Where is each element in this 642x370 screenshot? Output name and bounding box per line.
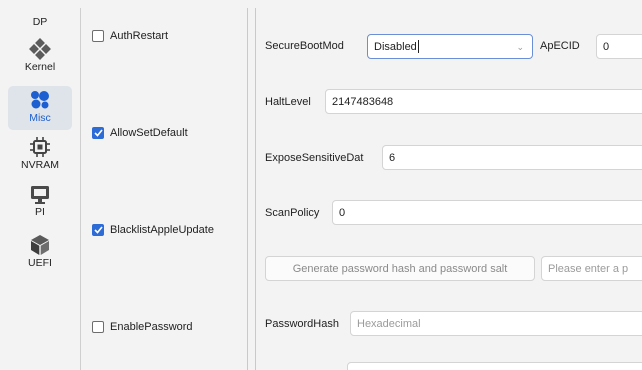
nav-item-kernel[interactable]: Kernel xyxy=(8,34,72,82)
nav-item-label: Misc xyxy=(29,112,51,124)
checkbox-label: AllowSetDefault xyxy=(110,127,188,139)
ap-ecid-input[interactable]: 0 xyxy=(596,34,642,59)
checkbox-box[interactable] xyxy=(92,321,104,333)
nav-item-label: Kernel xyxy=(24,61,56,73)
checkmark-icon xyxy=(93,129,103,137)
checkbox-box[interactable] xyxy=(92,30,104,42)
checkmark-icon xyxy=(93,226,103,234)
chip-icon xyxy=(29,136,51,158)
scan-policy-value: 0 xyxy=(339,206,346,219)
nav-item-label: NVRAM xyxy=(21,159,59,171)
form-column: SecureBootMod Disabled ⌄ ApECID 0 HaltLe… xyxy=(256,0,642,370)
halt-level-label: HaltLevel xyxy=(265,96,311,108)
nav-item-label: UEFI xyxy=(28,257,52,269)
generate-password-hash-button[interactable]: Generate password hash and password salt xyxy=(265,256,535,281)
password-hash-label: PasswordHash xyxy=(265,318,339,330)
nav-item-pi[interactable]: PI xyxy=(8,184,72,226)
nav-item-uefi[interactable]: UEFI xyxy=(8,232,72,276)
scan-policy-label: ScanPolicy xyxy=(265,207,320,219)
scan-policy-input[interactable]: 0 xyxy=(332,200,642,225)
blacklist-apple-update-checkbox[interactable]: BlacklistAppleUpdate xyxy=(92,224,214,236)
checkbox-column: AuthRestart AllowSetDefault BlacklistApp… xyxy=(81,0,248,370)
sidebar-nav: DP Kernel Misc NVRAM PI UEFI xyxy=(0,0,80,370)
nav-item-nvram[interactable]: NVRAM xyxy=(8,134,72,178)
allow-set-default-checkbox[interactable]: AllowSetDefault xyxy=(92,127,188,139)
misc-icon xyxy=(29,89,51,111)
secure-boot-model-dropdown[interactable]: Disabled ⌄ xyxy=(367,34,533,59)
ap-ecid-value: 0 xyxy=(603,40,610,53)
auth-restart-checkbox[interactable]: AuthRestart xyxy=(92,30,168,42)
expose-sensitive-data-label: ExposeSensitiveDat xyxy=(265,152,364,164)
password-hash-placeholder: Hexadecimal xyxy=(357,317,421,330)
halt-level-input[interactable]: 2147483648 xyxy=(325,89,642,114)
platforminfo-icon xyxy=(29,185,51,205)
checkbox-box[interactable] xyxy=(92,224,104,236)
nav-item-label: PI xyxy=(35,206,45,218)
checkbox-label: BlacklistAppleUpdate xyxy=(110,224,214,236)
checkbox-label: EnablePassword xyxy=(110,321,193,333)
chevron-down-icon[interactable]: ⌄ xyxy=(516,42,524,53)
text-caret xyxy=(417,40,419,53)
halt-level-value: 2147483648 xyxy=(332,95,394,108)
checkbox-label: AuthRestart xyxy=(110,30,169,42)
checkbox-box[interactable] xyxy=(92,127,104,139)
nav-item-misc[interactable]: Misc xyxy=(8,86,72,130)
expose-sensitive-data-input[interactable]: 6 xyxy=(382,145,642,170)
secure-boot-model-label: SecureBootMod xyxy=(265,40,344,52)
uefi-icon xyxy=(29,234,51,256)
password-hash-input[interactable]: Hexadecimal xyxy=(350,311,642,336)
nav-item-label: DP xyxy=(32,16,48,28)
password-input[interactable]: Please enter a p xyxy=(541,256,642,281)
kernel-icon xyxy=(29,38,51,60)
enable-password-checkbox[interactable]: EnablePassword xyxy=(92,321,193,333)
dropdown-value: Disabled xyxy=(374,40,417,53)
column-divider xyxy=(247,8,248,370)
nav-item-dp[interactable]: DP xyxy=(8,2,72,28)
expose-sensitive-data-value: 6 xyxy=(389,151,396,164)
password-salt-input[interactable] xyxy=(347,362,642,370)
ap-ecid-label: ApECID xyxy=(540,40,580,52)
password-placeholder: Please enter a p xyxy=(548,262,629,275)
